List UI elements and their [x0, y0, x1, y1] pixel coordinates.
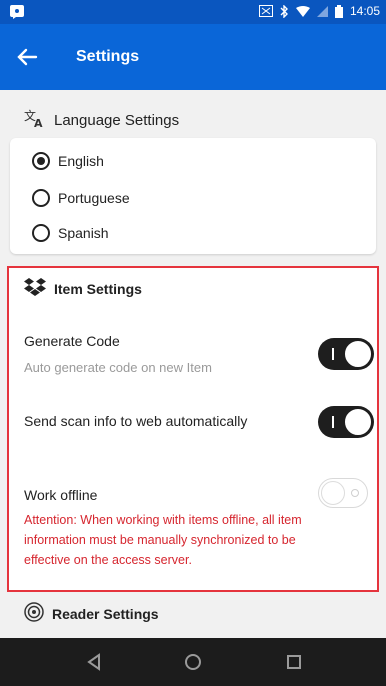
generate-code-toggle[interactable] [318, 338, 374, 370]
language-option-spanish[interactable]: Spanish [32, 224, 109, 242]
notification-icon [10, 5, 24, 19]
generate-code-description: Auto generate code on new Item [24, 360, 212, 375]
signal-icon [316, 5, 328, 17]
dropbox-icon [24, 278, 46, 299]
status-bar: 14:05 [0, 0, 386, 24]
reader-settings-title: Reader Settings [52, 605, 159, 622]
item-settings-title: Item Settings [54, 280, 142, 297]
radio-unselected-icon[interactable] [32, 189, 50, 207]
send-scan-toggle[interactable] [318, 406, 374, 438]
language-settings-title: Language Settings [54, 111, 180, 129]
back-arrow-icon[interactable] [14, 44, 40, 70]
clock-time: 14:05 [349, 4, 380, 18]
home-nav-icon[interactable] [181, 650, 205, 674]
wifi-icon [295, 5, 310, 17]
language-settings-header: 文A Language Settings [24, 108, 179, 132]
bluetooth-icon [280, 4, 289, 18]
svg-text:A: A [34, 117, 43, 128]
send-scan-label: Send scan info to web automatically [24, 413, 248, 429]
work-offline-label: Work offline [24, 487, 98, 503]
language-option-portuguese[interactable]: Portuguese [32, 189, 130, 207]
generate-code-label: Generate Code [24, 333, 120, 349]
offline-warning-text: Attention: When working with items offli… [24, 513, 302, 567]
language-option-label: Portuguese [58, 190, 130, 206]
work-offline-toggle[interactable] [318, 478, 368, 508]
language-option-english[interactable]: English [32, 152, 104, 170]
app-bar: Settings [0, 24, 386, 90]
translate-icon: 文A [24, 108, 46, 132]
language-option-label: English [58, 153, 104, 169]
page-title: Settings [76, 48, 140, 65]
language-option-label: Spanish [58, 225, 109, 241]
recents-nav-icon[interactable] [282, 650, 306, 674]
item-settings-header: Item Settings [24, 278, 142, 299]
reader-settings-header[interactable]: Reader Settings [24, 602, 159, 625]
back-nav-icon[interactable] [82, 650, 106, 674]
radio-selected-icon[interactable] [32, 152, 50, 170]
battery-icon [334, 4, 343, 18]
navigation-bar [0, 638, 386, 686]
nfc-icon [258, 5, 273, 17]
radio-unselected-icon[interactable] [32, 224, 50, 242]
reader-icon [24, 602, 44, 625]
